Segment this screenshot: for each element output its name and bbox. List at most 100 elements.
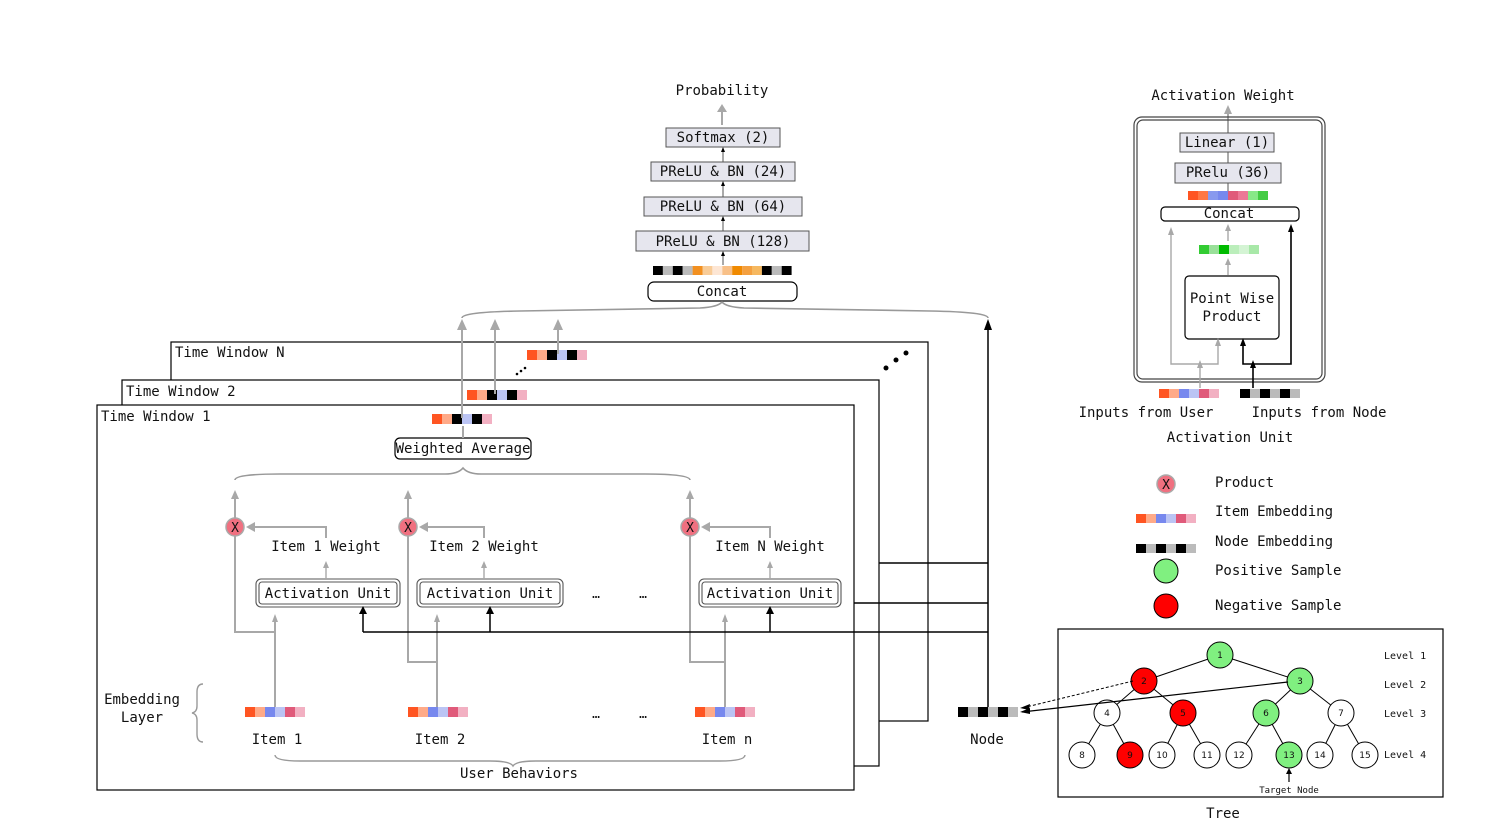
au-concat-embedding (1188, 191, 1268, 200)
positive-sample-icon (1153, 558, 1179, 584)
embedding-cell (1270, 389, 1280, 398)
embedding-cell (1239, 245, 1249, 254)
au-product-embedding (1199, 245, 1259, 254)
item-label: Item n (702, 732, 753, 748)
au-input-embeddings (1159, 389, 1300, 398)
activation-unit-label: Activation Unit (427, 586, 553, 602)
tree-node-14: 14 (1306, 741, 1334, 769)
embedding-cell (1199, 245, 1209, 254)
time-window-2-label: Time Window 2 (126, 384, 236, 400)
tree-level-label: Level 3 (1384, 709, 1426, 720)
embedding-cell (1219, 245, 1229, 254)
au-user-input-embedding (1159, 389, 1219, 398)
au-concat-embedding-strip (1188, 191, 1268, 200)
embedding-cell (1290, 389, 1300, 398)
tree-node-13: 13 (1275, 741, 1303, 769)
prelu-bn-128-label: PReLU & BN (128) (656, 234, 791, 250)
ellipsis: … (592, 707, 600, 722)
tree-node-label: 11 (1201, 751, 1212, 761)
embedding-cell (1146, 514, 1156, 523)
embedding-cell (517, 390, 527, 400)
embedding-cell (438, 707, 448, 717)
embedding-cell (527, 350, 537, 360)
embedding-cell (1229, 245, 1239, 254)
embedding-cell (1250, 389, 1260, 398)
concat-embedding (653, 266, 792, 275)
tree-based-deep-model-diagram: Probability Softmax (2) PReLU & BN (24) … (96, 83, 1444, 822)
legend-label: Item Embedding (1215, 504, 1333, 520)
tree-node-label: 8 (1079, 751, 1085, 761)
embedding-cell (1186, 514, 1196, 523)
embedding-cell (1218, 191, 1228, 200)
tree-node-label: 15 (1359, 751, 1370, 761)
tree-node-label: 9 (1127, 751, 1133, 761)
time-window-1-label: Time Window 1 (101, 409, 211, 425)
node-embedding (958, 707, 1018, 717)
item-label: Item 2 (415, 732, 466, 748)
tree-node-label: 10 (1156, 751, 1168, 761)
embedding-cell (1176, 544, 1186, 553)
tree-node-label: 5 (1180, 709, 1186, 719)
embedding-cell (1136, 544, 1146, 553)
embedding-cell (761, 266, 772, 275)
legend-item-product: X Product (1156, 474, 1274, 494)
tree-node-12: 12 (1225, 741, 1253, 769)
embedding-cell (712, 266, 723, 275)
embedding-layer-label-line2: Layer (121, 710, 163, 726)
item-weight-label: Item 1 Weight (271, 539, 381, 555)
legend-item-node: Node Embedding (1136, 534, 1333, 553)
embedding-cell (752, 266, 762, 275)
embedding-layer-label-line1: Embedding (104, 692, 180, 708)
output-arrowhead-icon (717, 104, 727, 112)
embedding-cell (1208, 191, 1218, 200)
product-symbol: X (231, 521, 239, 536)
embedding-cell (702, 266, 713, 275)
ellipsis: … (639, 587, 647, 602)
tree-node-7: 7 (1327, 699, 1355, 727)
point-wise-product-box (1184, 275, 1280, 340)
embedding-cell (998, 707, 1008, 717)
embedding-cell (577, 350, 587, 360)
tree-node-10: 10 (1148, 741, 1176, 769)
embedding-cell (1189, 389, 1199, 398)
embedding-cell (1228, 191, 1238, 200)
inputs-from-user-label: Inputs from User (1079, 405, 1214, 421)
inputs-from-node-label: Inputs from Node (1252, 405, 1387, 421)
item-embedding (245, 707, 305, 717)
embedding-cell (547, 350, 557, 360)
embedding-cell (442, 414, 452, 424)
prelu-bn-64-label: PReLU & BN (64) (660, 199, 786, 215)
activation-unit-detail: Activation Weight Linear (1) PRelu (36) … (1079, 88, 1387, 446)
ellipsis: … (639, 707, 647, 722)
tree-node-label: 13 (1283, 751, 1294, 761)
tree-node-8: 8 (1068, 741, 1096, 769)
legend-label: Product (1215, 475, 1274, 491)
embedding-cell (1209, 389, 1219, 398)
activation-unit-caption: Activation Unit (1167, 430, 1293, 446)
embedding-cell (682, 266, 693, 275)
linear-layer-label: Linear (1) (1185, 135, 1269, 151)
legend-item-item: Item Embedding (1136, 504, 1333, 523)
embedding-cell (1159, 389, 1169, 398)
embedding-cell (432, 414, 442, 424)
item-embedding-icon (1136, 514, 1196, 523)
legend-label: Negative Sample (1215, 598, 1341, 614)
top-mlp-stack: Probability Softmax (2) PReLU & BN (24) … (461, 83, 989, 319)
embedding-cell (428, 707, 438, 717)
tree-node-15: 15 (1351, 741, 1379, 769)
tree-node-label: 1 (1217, 651, 1223, 661)
embedding-cell (448, 707, 458, 717)
legend-item-negative: Negative Sample (1153, 593, 1341, 619)
embedding-cell (672, 266, 683, 275)
softmax-layer-label: Softmax (2) (677, 130, 770, 146)
target-node-label: Target Node (1259, 786, 1319, 796)
embedding-cell (275, 707, 285, 717)
embedding-cell (1280, 389, 1290, 398)
prelu-36-label: PRelu (36) (1186, 165, 1270, 181)
embedding-cell (452, 414, 462, 424)
embedding-cell (408, 707, 418, 717)
tree-panel: 12 34 5 6 78 9 10 11 12 13 14 15Level 1Level 2Level… (1020, 628, 1444, 822)
embedding-cell (482, 414, 492, 424)
embedding-cell (742, 266, 752, 275)
concat-embedding-strip (653, 266, 792, 275)
